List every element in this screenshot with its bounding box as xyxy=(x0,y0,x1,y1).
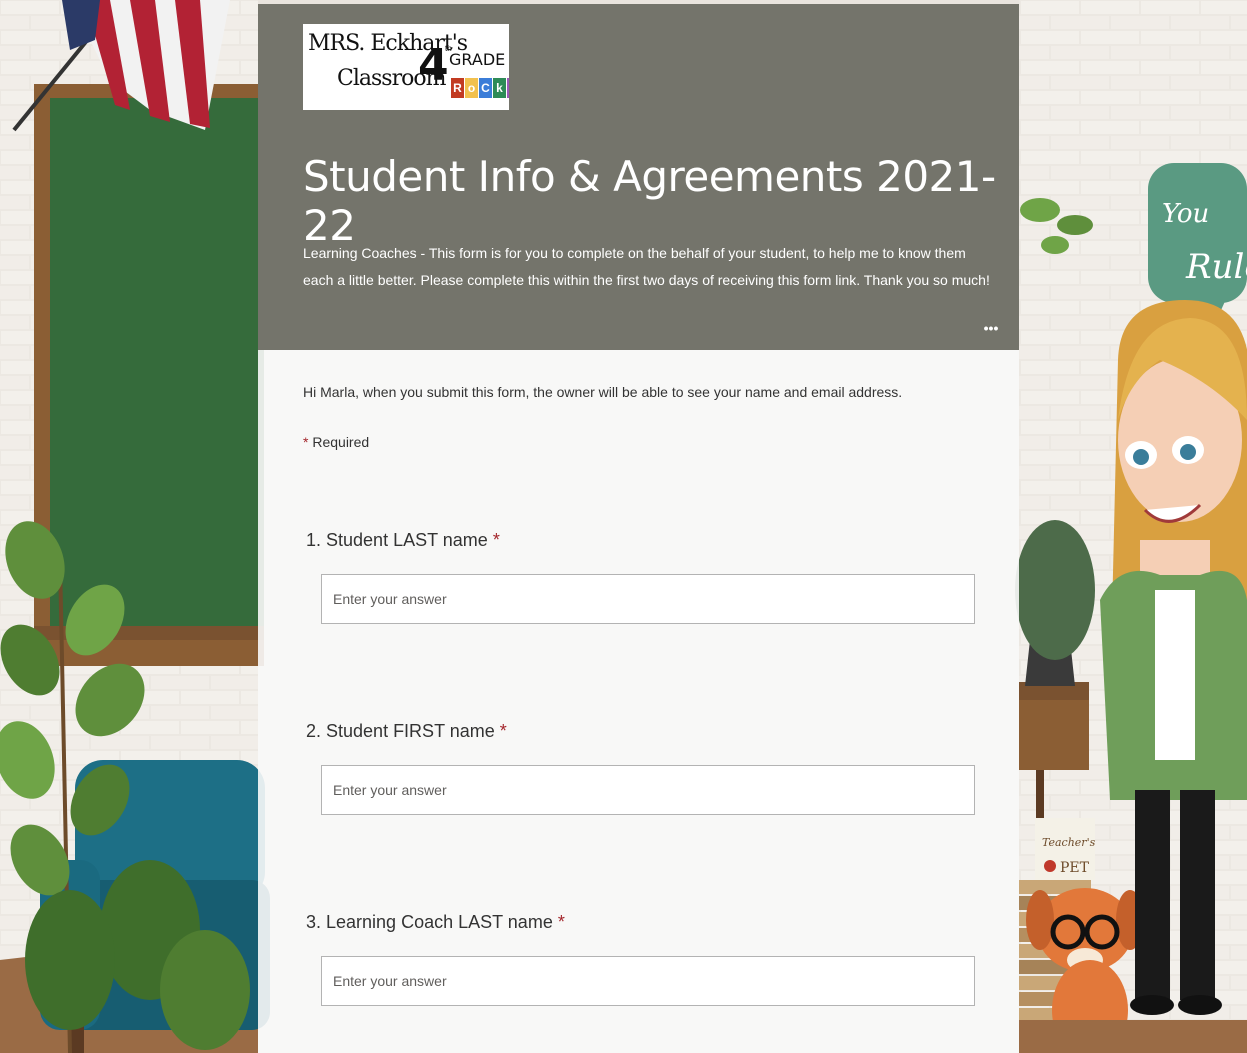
form-description-line1: Learning Coaches - This form is for you … xyxy=(303,245,966,261)
question-text: 3. Learning Coach LAST name xyxy=(306,912,553,932)
question-coach-last-name: 3. Learning Coach LAST name * xyxy=(306,912,976,1006)
required-label: Required xyxy=(312,434,370,450)
required-asterisk: * xyxy=(499,721,507,741)
chalkboard xyxy=(34,84,264,666)
form-title: Student Info & Agreements 2021-22 xyxy=(303,152,996,250)
logo-rocks-letter: o xyxy=(465,78,478,98)
form-description-line2: each a little better. Please complete th… xyxy=(303,272,990,288)
teachers-pet-sign: Teacher's PET xyxy=(1035,818,1096,880)
apple-icon xyxy=(1044,860,1056,872)
form-description: Learning Coaches - This form is for you … xyxy=(303,240,1003,294)
more-options-button[interactable]: ••• xyxy=(977,320,1005,340)
logo-rocks-letter: k xyxy=(493,78,506,98)
student-last-name-input[interactable] xyxy=(321,574,975,624)
form-body: Hi Marla, when you submit this form, the… xyxy=(258,350,1019,1053)
form-header: MRS. Eckhart's Classroom 4 th GRADE R o … xyxy=(258,4,1019,350)
wood-floor-right xyxy=(1019,1020,1247,1053)
question-label: 2. Student FIRST name * xyxy=(306,721,976,742)
teachers-pet-line1: Teacher's xyxy=(1042,836,1096,849)
question-student-last-name: 1. Student LAST name * xyxy=(306,530,976,624)
bubble-text-line1: You xyxy=(1162,199,1209,229)
logo-rocks-letter: s xyxy=(507,78,509,98)
required-asterisk: * xyxy=(557,912,565,932)
classroom-logo: MRS. Eckhart's Classroom 4 th GRADE R o … xyxy=(303,24,509,110)
required-asterisk: * xyxy=(492,530,500,550)
form-card: MRS. Eckhart's Classroom 4 th GRADE R o … xyxy=(258,4,1019,1053)
question-label: 1. Student LAST name * xyxy=(306,530,976,551)
question-text: 1. Student LAST name xyxy=(306,530,488,550)
required-asterisk: * xyxy=(303,434,309,450)
student-first-name-input[interactable] xyxy=(321,765,975,815)
bubble-text-line2: Rule! xyxy=(1185,247,1247,287)
logo-rocks-letter: C xyxy=(479,78,492,98)
logo-grade-word: GRADE xyxy=(449,50,506,69)
question-text: 2. Student FIRST name xyxy=(306,721,495,741)
privacy-notice: Hi Marla, when you submit this form, the… xyxy=(303,384,903,400)
logo-rocks: R o C k s xyxy=(451,78,509,98)
teachers-pet-line2: PET xyxy=(1060,860,1090,876)
coach-last-name-input[interactable] xyxy=(321,956,975,1006)
logo-rocks-letter: R xyxy=(451,78,464,98)
question-student-first-name: 2. Student FIRST name * xyxy=(306,721,976,815)
required-note: * Required xyxy=(303,434,369,450)
question-label: 3. Learning Coach LAST name * xyxy=(306,912,976,933)
